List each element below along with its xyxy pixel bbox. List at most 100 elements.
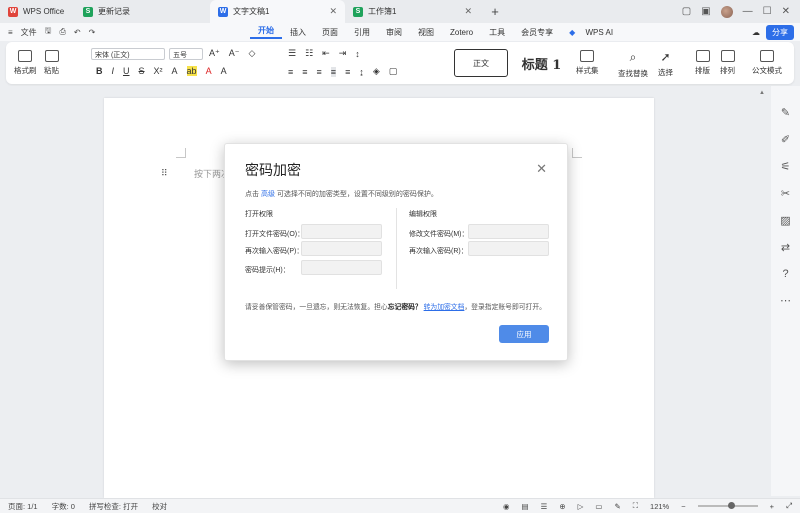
write-icon[interactable]: ✎ [614,502,620,511]
decrease-indent-icon[interactable]: ⇤ [322,48,330,59]
font-name-select[interactable]: 宋体 (正文) [91,48,165,60]
file-menu[interactable]: 文件 [21,27,37,38]
layout-icon[interactable]: ▢ [682,6,691,17]
scroll-up-icon[interactable]: ▲ [758,90,766,96]
close-tab-icon[interactable]: ✕ [329,6,337,17]
grow-font-icon[interactable]: A⁺ [209,48,220,59]
tab-tools[interactable]: 工具 [481,27,513,38]
bold-icon[interactable]: B [96,66,103,76]
print-icon[interactable]: ⎙ [60,27,66,37]
paste-button[interactable]: 粘贴 [44,50,59,76]
align-center-icon[interactable]: ≡ [302,67,307,77]
read-mode-icon[interactable]: ▭ [595,502,602,511]
tab-review[interactable]: 审阅 [378,27,410,38]
convert-encrypted-link[interactable]: 转为加密文档 [424,304,465,311]
eye-icon[interactable]: ◉ [503,502,510,511]
zoom-slider-knob[interactable] [727,502,735,509]
close-window-icon[interactable]: ✕ [782,6,790,17]
edit-icon[interactable]: ✎ [781,106,790,119]
share-button[interactable]: 分享 [766,24,794,40]
tab-page[interactable]: 页面 [314,27,346,38]
border-icon[interactable]: ▢ [389,66,398,77]
text-effect-icon[interactable]: A [172,66,178,76]
page-view-icon[interactable]: ▤ [521,502,528,511]
font-color-icon[interactable]: A [206,66,212,76]
apply-button[interactable]: 应用 [499,325,549,343]
tab-wps-ai[interactable]: ◆ WPS AI [561,28,629,37]
tab-update-log[interactable]: S 更新记录 [75,0,210,23]
spellcheck-toggle[interactable]: 拼写检查: 打开 [89,501,138,512]
increase-indent-icon[interactable]: ⇥ [339,48,347,59]
fit-page-icon[interactable]: ⛶ [633,501,638,511]
tab-insert[interactable]: 插入 [282,27,314,38]
align-left-icon[interactable]: ≡ [288,67,293,77]
superscript-icon[interactable]: X² [154,66,163,76]
strikethrough-icon[interactable]: S [139,66,145,76]
more-icon[interactable]: ⋯ [780,294,791,307]
layout-button[interactable]: 排版 [695,50,710,76]
open-password-confirm-input[interactable] [301,241,382,256]
new-tab-button[interactable]: + [480,0,510,23]
save-icon[interactable]: 🖫 [45,25,52,39]
password-hint-input[interactable] [301,260,382,275]
arrange-button[interactable]: 排列 [720,50,735,76]
open-password-input[interactable] [301,224,382,239]
minimize-icon[interactable]: — [743,6,753,17]
char-shading-icon[interactable]: A [221,66,227,76]
advanced-link[interactable]: 高级 [261,191,275,198]
align-right-icon[interactable]: ≡ [317,67,322,77]
zoom-level[interactable]: 121% [650,502,669,511]
zoom-in-icon[interactable]: + [770,502,774,511]
numbered-list-icon[interactable]: ☷ [305,48,313,59]
underline-icon[interactable]: U [123,66,130,76]
format-painter-button[interactable]: 格式刷 [14,50,37,76]
word-count[interactable]: 字数: 0 [52,501,75,512]
styles-set-button[interactable]: 样式集 [576,50,599,76]
tab-member[interactable]: 会员专享 [513,27,561,38]
maximize-icon[interactable]: ☐ [763,6,772,17]
fullscreen-icon[interactable]: ⤢ [786,501,792,511]
highlight-icon[interactable]: ab [186,66,197,76]
settings-sliders-icon[interactable]: ⚟ [781,160,791,173]
shading-icon[interactable]: ◈ [373,66,380,77]
image-icon[interactable]: ▨ [780,214,790,227]
menu-icon[interactable]: ≡ [8,28,13,37]
shrink-font-icon[interactable]: A⁻ [229,48,240,59]
tab-references[interactable]: 引用 [346,27,378,38]
clear-format-icon[interactable]: ◇ [249,48,256,59]
close-tab-icon[interactable]: ✕ [464,6,472,17]
edit-password-input[interactable] [468,224,549,239]
cloud-icon[interactable]: ☁ [752,28,760,37]
official-doc-mode-button[interactable]: 公文模式 [752,50,782,76]
style-normal[interactable]: 正文 [454,49,508,77]
tab-zotero[interactable]: Zotero [442,28,481,37]
zoom-out-icon[interactable]: − [681,502,685,511]
tab-home[interactable]: 开始 [250,25,282,39]
translate-icon[interactable]: ⇄ [781,241,790,254]
undo-icon[interactable]: ↶ [74,28,81,37]
tools-icon[interactable]: ✂ [781,187,790,200]
edit-password-confirm-input[interactable] [468,241,549,256]
play-icon[interactable]: ▷ [578,502,584,511]
proofread-button[interactable]: 校对 [152,501,167,512]
tab-view[interactable]: 视图 [410,27,442,38]
close-icon[interactable]: ✕ [536,161,547,177]
line-spacing-icon[interactable]: ↨ [359,67,364,77]
bullet-list-icon[interactable]: ☰ [288,48,296,59]
pen-icon[interactable]: ✐ [781,133,790,146]
vertical-scrollbar[interactable]: ▲ [758,90,766,490]
page-indicator[interactable]: 页面: 1/1 [8,501,38,512]
panel-icon[interactable]: ▣ [701,6,710,17]
tab-document-1[interactable]: W 文字文稿1 ✕ [210,0,345,23]
tab-wps-office[interactable]: W WPS Office [0,0,75,23]
find-replace-button[interactable]: ⌕ 查找替换 [618,50,648,79]
justify-icon[interactable]: ≡ [330,66,337,77]
italic-icon[interactable]: I [112,66,115,76]
redo-icon[interactable]: ↷ [89,28,96,37]
web-view-icon[interactable]: ⊕ [559,502,565,511]
zoom-slider[interactable] [697,502,758,509]
select-button[interactable]: ➚ 选择 [658,50,673,78]
tab-workbook-1[interactable]: S 工作簿1 ✕ [345,0,480,23]
drag-handle-icon[interactable]: ⠿ [161,168,168,179]
help-icon[interactable]: ? [782,268,788,280]
